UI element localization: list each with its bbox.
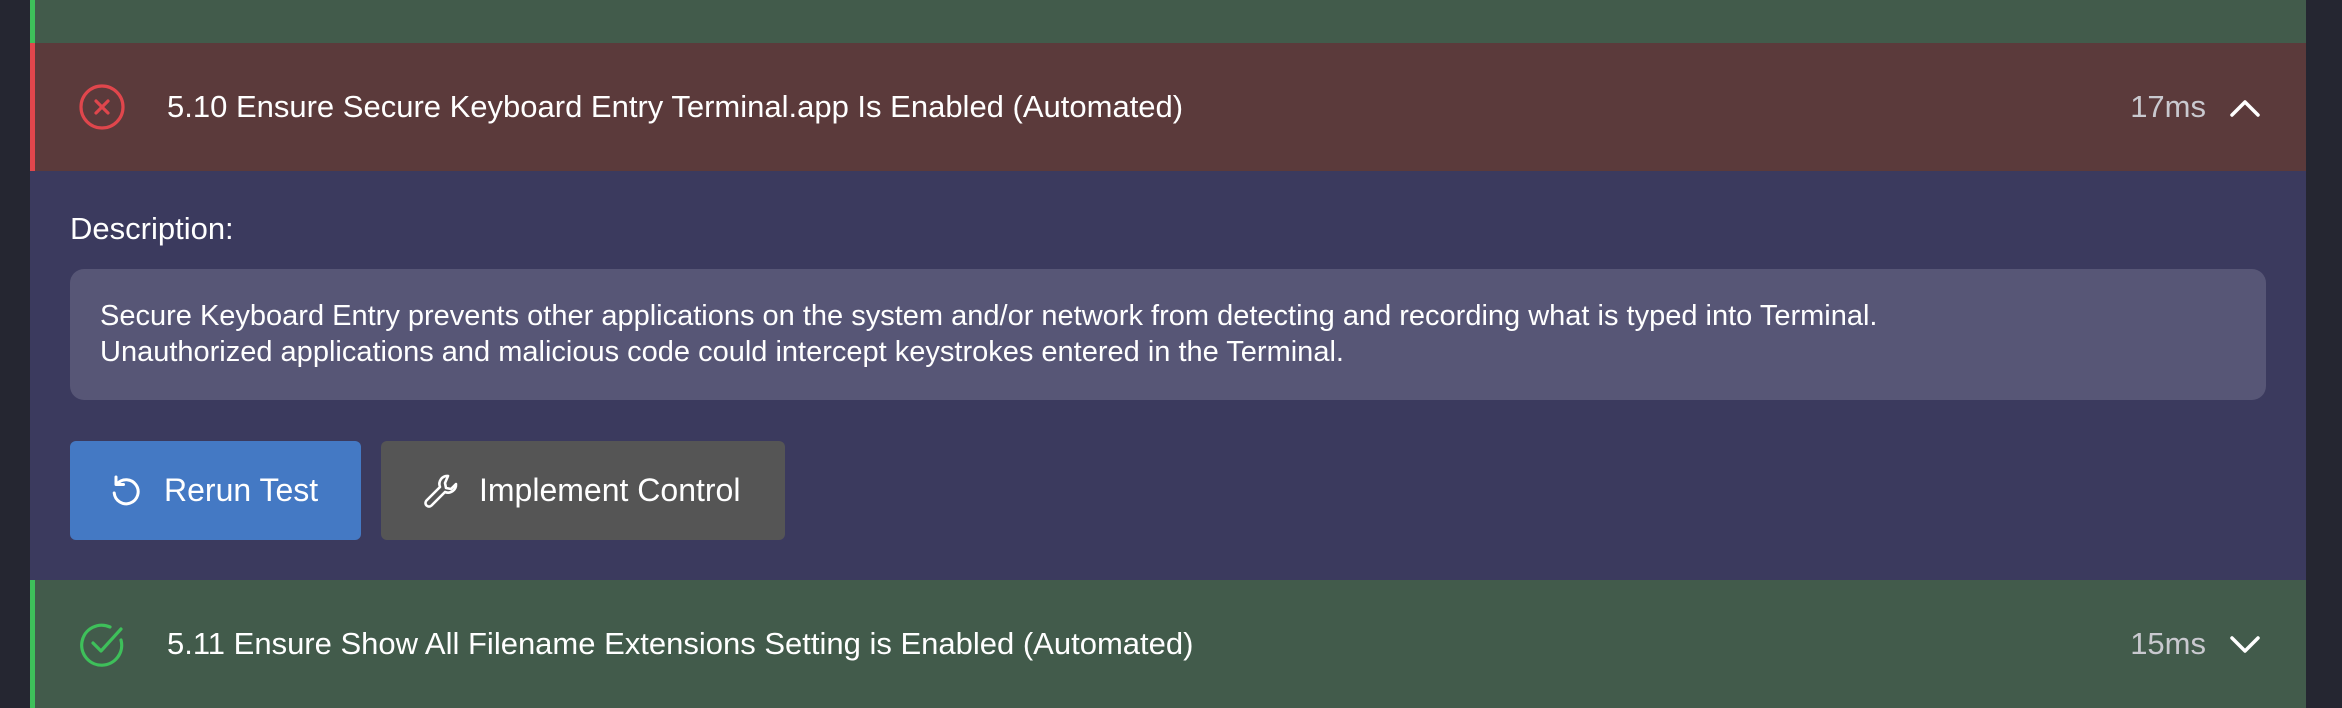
check-circle-icon — [80, 623, 124, 667]
description-box: Secure Keyboard Entry prevents other app… — [70, 269, 2266, 400]
test-details-panel: Description: Secure Keyboard Entry preve… — [30, 171, 2306, 580]
test-row-next[interactable]: 5.11 Ensure Show All Filename Extensions… — [30, 580, 2306, 708]
description-line: Secure Keyboard Entry prevents other app… — [100, 300, 1878, 332]
description-line: Unauthorized applications and malicious … — [100, 336, 1344, 368]
test-results-list: 5.10 Ensure Secure Keyboard Entry Termin… — [0, 0, 2342, 708]
description-label: Description: — [70, 211, 234, 246]
test-row-previous[interactable] — [30, 0, 2306, 43]
x-circle-icon — [79, 84, 125, 130]
fail-status-stripe — [30, 43, 35, 171]
test-duration: 15ms — [2130, 626, 2206, 661]
chevron-up-icon[interactable] — [2226, 88, 2264, 126]
implement-control-button[interactable]: Implement Control — [381, 441, 785, 540]
implement-control-label: Implement Control — [479, 472, 741, 508]
test-row-failed[interactable]: 5.10 Ensure Secure Keyboard Entry Termin… — [30, 43, 2306, 171]
rerun-test-label: Rerun Test — [164, 472, 319, 508]
rerun-test-button[interactable]: Rerun Test — [70, 441, 361, 540]
refresh-icon — [112, 475, 140, 505]
pass-status-stripe — [30, 580, 35, 708]
test-duration: 17ms — [2130, 89, 2206, 124]
test-title: 5.10 Ensure Secure Keyboard Entry Termin… — [167, 89, 1184, 124]
test-title: 5.11 Ensure Show All Filename Extensions… — [167, 626, 1194, 661]
chevron-down-icon[interactable] — [2226, 625, 2264, 663]
pass-status-stripe — [30, 0, 35, 43]
wrench-icon — [424, 474, 458, 508]
